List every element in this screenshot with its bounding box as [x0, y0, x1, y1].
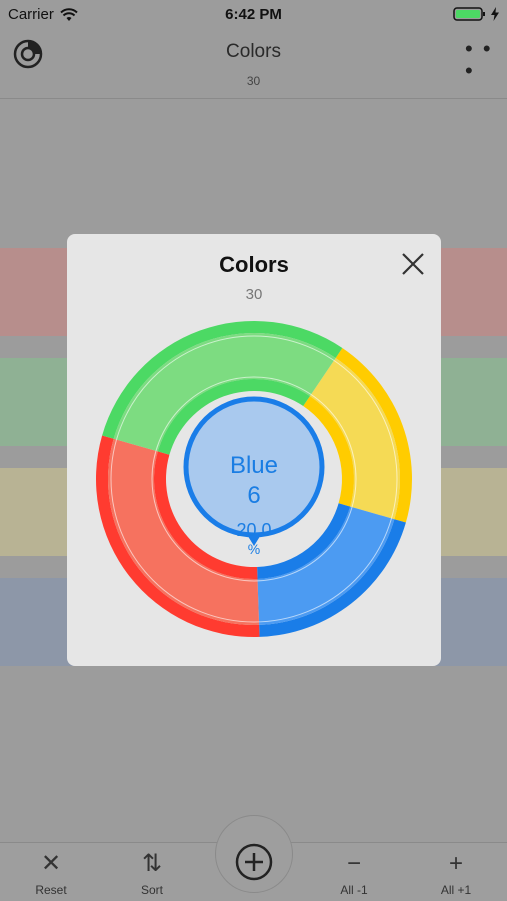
close-button[interactable]: [399, 250, 427, 278]
sort-icon: ⇅: [141, 850, 163, 877]
more-button[interactable]: • • •: [465, 38, 497, 82]
plus-icon: +: [448, 850, 463, 877]
battery-area: [453, 6, 499, 22]
modal-count: 30: [245, 286, 263, 303]
all-minus-label: All -1: [340, 883, 368, 897]
charging-icon: [491, 7, 499, 21]
chart-modal: Colors 30 Blue 6 20.0 %: [67, 234, 441, 666]
navigation-bar: Colors 30 • • •: [0, 28, 507, 99]
percent-value: 20.0: [236, 520, 272, 540]
all-plus-label: All +1: [440, 883, 472, 897]
all-plus-button[interactable]: + All +1: [416, 849, 496, 897]
status-bar: Carrier 6:42 PM: [0, 0, 507, 28]
page-subtitle: 30: [246, 74, 261, 88]
percent-sign: %: [247, 541, 261, 557]
add-button[interactable]: [215, 815, 293, 893]
sort-label: Sort: [140, 883, 163, 897]
all-minus-button[interactable]: − All -1: [314, 849, 394, 897]
status-time: 6:42 PM: [225, 6, 282, 23]
reset-label: Reset: [35, 883, 67, 897]
selected-slice-name: Blue: [229, 452, 279, 479]
close-icon: [402, 253, 424, 275]
battery-icon: [453, 7, 485, 21]
minus-icon: −: [346, 850, 361, 877]
sort-button[interactable]: ⇅ Sort: [112, 849, 192, 897]
page-title: Colors: [226, 41, 281, 62]
reset-button[interactable]: ✕ Reset: [11, 849, 91, 897]
close-icon: ✕: [40, 850, 62, 877]
add-circle-icon: [235, 843, 273, 881]
selected-slice-percent: 20.0 %: [187, 521, 321, 558]
selected-slice-count: 6: [247, 482, 261, 509]
modal-title: Colors: [219, 252, 289, 277]
